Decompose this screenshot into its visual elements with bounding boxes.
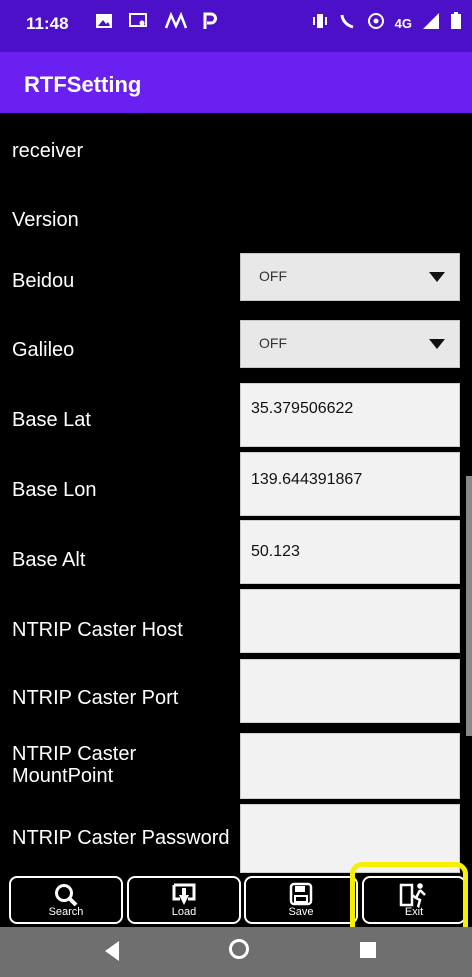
parking-icon bbox=[203, 12, 217, 35]
status-time: 11:48 bbox=[26, 14, 69, 33]
ntrip-host-input[interactable] bbox=[240, 589, 460, 653]
beidou-select[interactable]: OFF bbox=[240, 253, 460, 301]
base-alt-input[interactable]: 50.123 bbox=[240, 520, 460, 584]
vibrate-icon bbox=[311, 12, 329, 35]
base-lat-value: 35.379506622 bbox=[251, 400, 354, 417]
search-button[interactable]: Search bbox=[9, 876, 123, 924]
load-button-label: Load bbox=[171, 906, 197, 918]
signal-wave-icon bbox=[164, 11, 188, 35]
base-lon-label: Base Lon bbox=[12, 479, 97, 501]
home-icon[interactable] bbox=[229, 939, 249, 959]
system-nav-bar bbox=[0, 927, 472, 977]
app-bar: RTFSetting bbox=[0, 52, 472, 113]
scrollbar[interactable] bbox=[466, 476, 472, 736]
ntrip-mountpoint-label-line1: NTRIP Caster bbox=[12, 743, 137, 765]
image-icon bbox=[95, 12, 113, 35]
status-icons-left bbox=[95, 11, 217, 35]
back-icon[interactable] bbox=[105, 941, 119, 961]
base-lon-value: 139.644391867 bbox=[251, 471, 363, 488]
galileo-select[interactable]: OFF bbox=[240, 320, 460, 368]
ntrip-port-label: NTRIP Caster Port bbox=[12, 687, 179, 709]
network-4g-label: 4G bbox=[394, 16, 412, 31]
call-4g-icon bbox=[339, 12, 357, 35]
base-lon-input[interactable]: 139.644391867 bbox=[240, 452, 460, 516]
ntrip-mountpoint-input[interactable] bbox=[240, 733, 460, 799]
beidou-select-value: OFF bbox=[259, 268, 287, 284]
base-alt-label: Base Alt bbox=[12, 549, 86, 571]
ntrip-password-label: NTRIP Caster Password bbox=[12, 827, 230, 849]
hotspot-icon bbox=[367, 12, 385, 35]
settings-form[interactable]: receiver Version Beidou OFF Galileo OFF … bbox=[0, 113, 472, 873]
status-bar: 11:48 4G bbox=[0, 0, 472, 52]
base-alt-value: 50.123 bbox=[251, 543, 300, 560]
signal-icon bbox=[422, 12, 440, 35]
chevron-down-icon bbox=[429, 339, 445, 349]
ntrip-host-label: NTRIP Caster Host bbox=[12, 619, 183, 641]
galileo-select-value: OFF bbox=[259, 335, 287, 351]
version-label: Version bbox=[12, 209, 79, 231]
receiver-label: receiver bbox=[12, 140, 84, 162]
ntrip-mountpoint-label: NTRIP Caster MountPoint bbox=[12, 743, 136, 787]
save-button-label: Save bbox=[288, 906, 314, 918]
beidou-label: Beidou bbox=[12, 270, 75, 292]
app-title: RTFSetting bbox=[24, 72, 142, 97]
search-button-label: Search bbox=[48, 906, 84, 918]
battery-icon bbox=[450, 12, 462, 35]
galileo-label: Galileo bbox=[12, 339, 75, 361]
recent-apps-icon[interactable] bbox=[360, 942, 376, 958]
chevron-down-icon bbox=[429, 272, 445, 282]
load-button[interactable]: Load bbox=[127, 876, 241, 924]
base-lat-label: Base Lat bbox=[12, 409, 91, 431]
status-icons-right: 4G bbox=[311, 12, 462, 35]
ntrip-port-input[interactable] bbox=[240, 659, 460, 723]
save-button[interactable]: Save bbox=[244, 876, 358, 924]
ntrip-mountpoint-label-line2: MountPoint bbox=[12, 765, 114, 787]
base-lat-input[interactable]: 35.379506622 bbox=[240, 383, 460, 447]
screencast-icon bbox=[129, 12, 149, 35]
